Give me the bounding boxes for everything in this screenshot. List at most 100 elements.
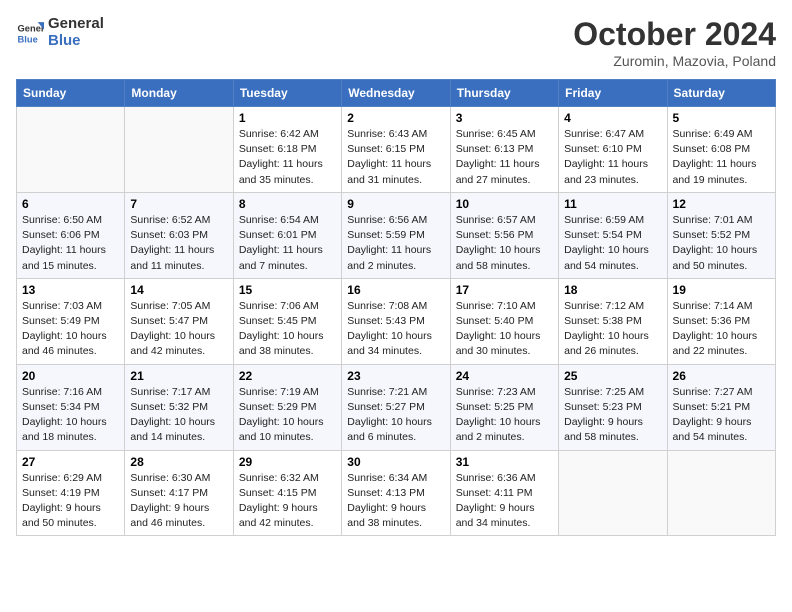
calendar-cell: 23 Sunrise: 7:21 AM Sunset: 5:27 PM Dayli… <box>342 364 450 450</box>
calendar-cell: 31Sunrise: 6:36 AM Sunset: 4:11 PM Dayli… <box>450 450 558 536</box>
calendar-cell: 2Sunrise: 6:43 AM Sunset: 6:15 PM Daylig… <box>342 107 450 193</box>
calendar-cell: 16 Sunrise: 7:08 AM Sunset: 5:43 PM Dayli… <box>342 278 450 364</box>
calendar-cell: 9Sunrise: 6:56 AM Sunset: 5:59 PM Daylig… <box>342 192 450 278</box>
day-info: Sunrise: 7:16 AM Sunset: 5:34 PM Dayligh… <box>22 385 119 446</box>
day-info: Sunrise: 6:52 AM Sunset: 6:03 PM Dayligh… <box>130 213 227 274</box>
day-info: Sunrise: 6:43 AM Sunset: 6:15 PM Dayligh… <box>347 127 444 188</box>
header-tuesday: Tuesday <box>233 80 341 107</box>
day-info: Sunrise: 7:23 AM Sunset: 5:25 PM Dayligh… <box>456 385 553 446</box>
week-row-3: 13 Sunrise: 7:03 AM Sunset: 5:49 PM Dayli… <box>17 278 776 364</box>
day-info: Sunrise: 7:19 AM Sunset: 5:29 PM Dayligh… <box>239 385 336 446</box>
day-info: Sunrise: 7:06 AM Sunset: 5:45 PM Dayligh… <box>239 299 336 360</box>
day-number: 12 <box>673 197 770 211</box>
day-info: Sunrise: 7:08 AM Sunset: 5:43 PM Dayligh… <box>347 299 444 360</box>
day-number: 16 <box>347 283 444 297</box>
day-number: 29 <box>239 455 336 469</box>
calendar-cell: 1 Sunrise: 6:42 AM Sunset: 6:18 PM Daylig… <box>233 107 341 193</box>
day-number: 8 <box>239 197 336 211</box>
calendar-cell: 15 Sunrise: 7:06 AM Sunset: 5:45 PM Dayli… <box>233 278 341 364</box>
day-info: Sunrise: 6:59 AM Sunset: 5:54 PM Dayligh… <box>564 213 661 274</box>
day-info: Sunrise: 7:14 AM Sunset: 5:36 PM Dayligh… <box>673 299 770 360</box>
logo-line1: General <box>48 16 104 33</box>
day-number: 15 <box>239 283 336 297</box>
day-info: Sunrise: 6:45 AM Sunset: 6:13 PM Dayligh… <box>456 127 553 188</box>
calendar-cell: 27Sunrise: 6:29 AM Sunset: 4:19 PM Dayli… <box>17 450 125 536</box>
calendar-cell: 13 Sunrise: 7:03 AM Sunset: 5:49 PM Dayli… <box>17 278 125 364</box>
day-info: Sunrise: 6:42 AM Sunset: 6:18 PM Dayligh… <box>239 127 336 188</box>
calendar-cell: 22 Sunrise: 7:19 AM Sunset: 5:29 PM Dayli… <box>233 364 341 450</box>
svg-text:General: General <box>18 23 44 33</box>
day-info: Sunrise: 7:27 AM Sunset: 5:21 PM Dayligh… <box>673 385 770 446</box>
day-info: Sunrise: 6:49 AM Sunset: 6:08 PM Dayligh… <box>673 127 770 188</box>
day-number: 23 <box>347 369 444 383</box>
logo-text: General Blue <box>48 16 104 49</box>
week-row-5: 27Sunrise: 6:29 AM Sunset: 4:19 PM Dayli… <box>17 450 776 536</box>
day-number: 11 <box>564 197 661 211</box>
day-info: Sunrise: 6:56 AM Sunset: 5:59 PM Dayligh… <box>347 213 444 274</box>
calendar-cell: 17 Sunrise: 7:10 AM Sunset: 5:40 PM Dayli… <box>450 278 558 364</box>
location-subtitle: Zuromin, Mazovia, Poland <box>573 53 776 69</box>
day-info: Sunrise: 6:47 AM Sunset: 6:10 PM Dayligh… <box>564 127 661 188</box>
header-wednesday: Wednesday <box>342 80 450 107</box>
calendar-cell: 24 Sunrise: 7:23 AM Sunset: 5:25 PM Dayli… <box>450 364 558 450</box>
day-info: Sunrise: 6:36 AM Sunset: 4:11 PM Dayligh… <box>456 471 553 532</box>
day-info: Sunrise: 7:17 AM Sunset: 5:32 PM Dayligh… <box>130 385 227 446</box>
day-info: Sunrise: 7:05 AM Sunset: 5:47 PM Dayligh… <box>130 299 227 360</box>
calendar-cell: 20 Sunrise: 7:16 AM Sunset: 5:34 PM Dayli… <box>17 364 125 450</box>
day-number: 6 <box>22 197 119 211</box>
calendar-cell: 25 Sunrise: 7:25 AM Sunset: 5:23 PM Dayli… <box>559 364 667 450</box>
page-header: General Blue General Blue October 2024 Z… <box>16 16 776 69</box>
calendar-cell: 18 Sunrise: 7:12 AM Sunset: 5:38 PM Dayli… <box>559 278 667 364</box>
week-row-1: 1 Sunrise: 6:42 AM Sunset: 6:18 PM Daylig… <box>17 107 776 193</box>
header-saturday: Saturday <box>667 80 775 107</box>
day-number: 1 <box>239 111 336 125</box>
day-number: 10 <box>456 197 553 211</box>
month-title: October 2024 <box>573 16 776 53</box>
day-number: 18 <box>564 283 661 297</box>
calendar-cell: 28Sunrise: 6:30 AM Sunset: 4:17 PM Dayli… <box>125 450 233 536</box>
day-number: 17 <box>456 283 553 297</box>
logo: General Blue General Blue <box>16 16 104 49</box>
week-row-4: 20 Sunrise: 7:16 AM Sunset: 5:34 PM Dayli… <box>17 364 776 450</box>
day-info: Sunrise: 7:21 AM Sunset: 5:27 PM Dayligh… <box>347 385 444 446</box>
day-number: 28 <box>130 455 227 469</box>
calendar-cell <box>559 450 667 536</box>
day-info: Sunrise: 6:29 AM Sunset: 4:19 PM Dayligh… <box>22 471 119 532</box>
title-area: October 2024 Zuromin, Mazovia, Poland <box>573 16 776 69</box>
day-number: 30 <box>347 455 444 469</box>
svg-text:Blue: Blue <box>18 34 38 44</box>
header-thursday: Thursday <box>450 80 558 107</box>
day-info: Sunrise: 6:50 AM Sunset: 6:06 PM Dayligh… <box>22 213 119 274</box>
day-info: Sunrise: 6:32 AM Sunset: 4:15 PM Dayligh… <box>239 471 336 532</box>
calendar-cell <box>125 107 233 193</box>
day-info: Sunrise: 7:12 AM Sunset: 5:38 PM Dayligh… <box>564 299 661 360</box>
calendar-cell <box>17 107 125 193</box>
day-number: 19 <box>673 283 770 297</box>
calendar-cell: 8Sunrise: 6:54 AM Sunset: 6:01 PM Daylig… <box>233 192 341 278</box>
calendar-table: SundayMondayTuesdayWednesdayThursdayFrid… <box>16 79 776 536</box>
calendar-cell: 21 Sunrise: 7:17 AM Sunset: 5:32 PM Dayli… <box>125 364 233 450</box>
day-number: 5 <box>673 111 770 125</box>
day-info: Sunrise: 7:25 AM Sunset: 5:23 PM Dayligh… <box>564 385 661 446</box>
day-number: 4 <box>564 111 661 125</box>
day-number: 25 <box>564 369 661 383</box>
day-number: 22 <box>239 369 336 383</box>
calendar-cell: 11 Sunrise: 6:59 AM Sunset: 5:54 PM Dayli… <box>559 192 667 278</box>
logo-icon: General Blue <box>16 19 44 47</box>
day-number: 13 <box>22 283 119 297</box>
header-row: SundayMondayTuesdayWednesdayThursdayFrid… <box>17 80 776 107</box>
calendar-cell: 29 Sunrise: 6:32 AM Sunset: 4:15 PM Dayli… <box>233 450 341 536</box>
day-info: Sunrise: 7:10 AM Sunset: 5:40 PM Dayligh… <box>456 299 553 360</box>
calendar-cell: 5 Sunrise: 6:49 AM Sunset: 6:08 PM Daylig… <box>667 107 775 193</box>
day-number: 20 <box>22 369 119 383</box>
day-info: Sunrise: 6:34 AM Sunset: 4:13 PM Dayligh… <box>347 471 444 532</box>
calendar-cell: 6 Sunrise: 6:50 AM Sunset: 6:06 PM Daylig… <box>17 192 125 278</box>
header-friday: Friday <box>559 80 667 107</box>
calendar-cell: 30 Sunrise: 6:34 AM Sunset: 4:13 PM Dayli… <box>342 450 450 536</box>
calendar-cell: 3 Sunrise: 6:45 AM Sunset: 6:13 PM Daylig… <box>450 107 558 193</box>
day-number: 21 <box>130 369 227 383</box>
day-info: Sunrise: 7:03 AM Sunset: 5:49 PM Dayligh… <box>22 299 119 360</box>
day-number: 24 <box>456 369 553 383</box>
header-monday: Monday <box>125 80 233 107</box>
day-number: 3 <box>456 111 553 125</box>
